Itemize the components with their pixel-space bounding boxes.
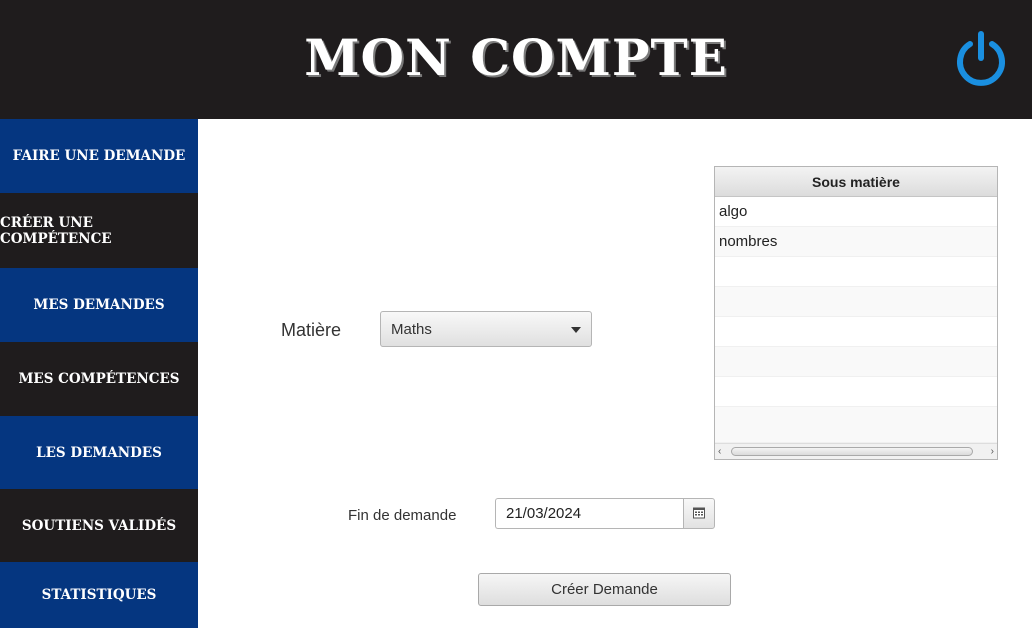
power-button[interactable] bbox=[952, 30, 1010, 88]
scroll-left-icon[interactable]: ‹ bbox=[718, 447, 721, 457]
table-row[interactable] bbox=[715, 407, 997, 443]
creer-demande-button[interactable]: Créer Demande bbox=[478, 573, 731, 606]
page-title: MON COMPTE bbox=[304, 28, 728, 87]
sidebar-item-label: Mes compétences bbox=[18, 371, 180, 387]
table-row[interactable] bbox=[715, 347, 997, 377]
sidebar-item-les-demandes[interactable]: Les demandes bbox=[0, 416, 198, 489]
date-picker-button[interactable] bbox=[683, 498, 715, 529]
sidebar-item-label: Statistiques bbox=[41, 587, 157, 603]
sidebar-item-label: Créer une compétence bbox=[0, 214, 112, 247]
table-row[interactable]: nombres bbox=[715, 227, 997, 257]
sidebar-item-label: Les demandes bbox=[36, 444, 162, 461]
sidebar-item-label: Faire une demande bbox=[12, 148, 186, 164]
sidebar-item-faire-une-demande[interactable]: Faire une demande bbox=[0, 119, 198, 193]
matiere-label: Matière bbox=[281, 320, 342, 340]
matiere-select[interactable]: Maths bbox=[380, 311, 592, 347]
matiere-select-value: Maths bbox=[391, 321, 432, 338]
power-icon bbox=[957, 31, 1005, 86]
date-input[interactable]: 21/03/2024 bbox=[495, 498, 683, 529]
sidebar-item-mes-competences[interactable]: Mes compétences bbox=[0, 342, 198, 416]
chevron-down-icon bbox=[571, 327, 581, 333]
calendar-icon bbox=[693, 507, 705, 519]
sidebar-item-statistiques[interactable]: Statistiques bbox=[0, 562, 198, 628]
sidebar-item-label: Soutiens validés bbox=[21, 517, 177, 534]
header-bar: MON COMPTE bbox=[0, 0, 1032, 119]
table-row[interactable] bbox=[715, 317, 997, 347]
table-row[interactable] bbox=[715, 257, 997, 287]
scroll-right-icon[interactable]: › bbox=[991, 447, 994, 457]
sidebar-item-label: Mes demandes bbox=[33, 297, 165, 313]
table-header[interactable]: Sous matière bbox=[715, 167, 997, 197]
sidebar-item-soutiens-valides[interactable]: Soutiens validés bbox=[0, 489, 198, 562]
fin-de-demande-label: Fin de demande bbox=[348, 507, 457, 524]
sidebar-item-mes-demandes[interactable]: Mes demandes bbox=[0, 268, 198, 342]
table-row[interactable] bbox=[715, 287, 997, 317]
table-row[interactable] bbox=[715, 377, 997, 407]
table-cell: nombres bbox=[719, 233, 778, 250]
sidebar: Faire une demande Créer une compétence M… bbox=[0, 119, 198, 628]
table-cell: algo bbox=[719, 203, 748, 220]
sous-matiere-table: Sous matière algo nombres ‹ › bbox=[714, 166, 998, 460]
sidebar-item-creer-une-competence[interactable]: Créer une compétence bbox=[0, 193, 198, 268]
table-row[interactable]: algo bbox=[715, 197, 997, 227]
horizontal-scrollbar[interactable]: ‹ › bbox=[715, 443, 997, 459]
column-header-sous-matiere: Sous matière bbox=[812, 174, 900, 190]
scrollbar-thumb[interactable] bbox=[731, 447, 973, 456]
